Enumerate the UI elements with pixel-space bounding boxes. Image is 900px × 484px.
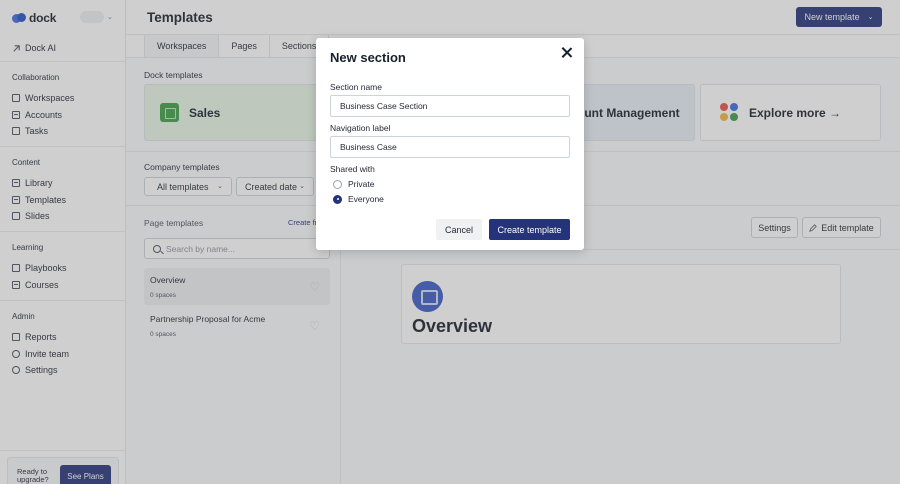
new-section-dialog: New section Section name Navigation labe…	[316, 38, 584, 250]
section-name-label: Section name	[330, 82, 382, 92]
section-name-field[interactable]	[330, 95, 570, 117]
radio-label: Everyone	[348, 194, 384, 204]
shared-with-label: Shared with	[330, 164, 375, 174]
navigation-label-field[interactable]	[330, 136, 570, 158]
radio-everyone[interactable]: Everyone	[333, 194, 384, 204]
close-icon[interactable]	[561, 47, 573, 59]
cancel-button[interactable]: Cancel	[436, 219, 482, 240]
radio-label: Private	[348, 179, 375, 189]
radio-button[interactable]	[333, 179, 342, 189]
radio-button-selected[interactable]	[333, 194, 342, 204]
navigation-label-label: Navigation label	[330, 123, 391, 133]
radio-private[interactable]: Private	[333, 179, 374, 189]
dialog-title: New section	[330, 50, 406, 65]
create-template-button[interactable]: Create template	[489, 219, 570, 240]
